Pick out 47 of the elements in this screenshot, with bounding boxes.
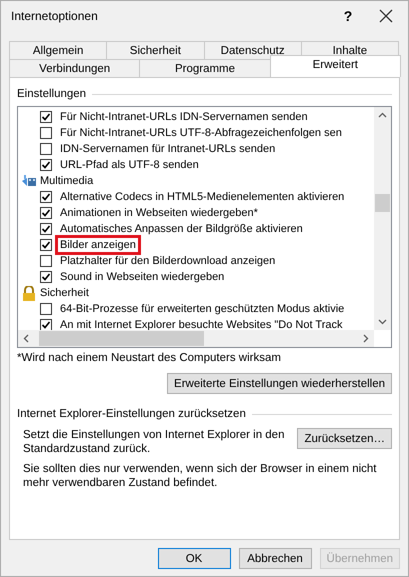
checkbox[interactable] xyxy=(40,207,52,219)
tab[interactable]: Erweitert xyxy=(270,55,401,77)
setting-label: Für Nicht-Intranet-URLs UTF-8-Abfragezeichenfolgen sen xyxy=(59,126,343,140)
description-text: Setzt die Einstellungen von Internet Explorer in den Standardzustand zurück. xyxy=(23,428,286,456)
setting-label: Platzhalter für den Bilderdownload anzeigen xyxy=(59,254,276,268)
category-label: Sicherheit xyxy=(40,287,89,299)
setting-label: Sound in Webseiten wiedergeben xyxy=(59,270,226,284)
checkbox[interactable] xyxy=(40,255,52,267)
category-label: Multimedia xyxy=(40,175,94,187)
checkbox[interactable] xyxy=(40,111,52,123)
checkbox[interactable] xyxy=(40,319,52,330)
horizontal-scrollbar[interactable] xyxy=(18,330,374,347)
warning-text: Sie sollten dies nur verwenden, wenn sich der Browser in einem nicht mehr verwendbaren Zustand befindet. xyxy=(22,462,378,490)
setting-label: Animationen in Webseiten wiedergeben* xyxy=(59,206,259,220)
setting-label: Alternative Codecs in HTML5-Medienelementen aktivieren xyxy=(59,190,346,204)
setting-label: URL-Pfad als UTF-8 senden xyxy=(59,158,200,172)
footnote: *Wird nach einem Neustart des Computers wirksam xyxy=(17,352,282,364)
vertical-scrollbar[interactable] xyxy=(374,107,391,330)
group-title: Internet Explorer-Einstellungen zurücksetzen xyxy=(17,408,246,420)
dialog-button[interactable]: OK xyxy=(158,548,231,569)
checkbox[interactable] xyxy=(40,191,52,203)
checkbox[interactable] xyxy=(40,159,52,171)
checkbox[interactable] xyxy=(40,143,52,155)
help-button[interactable]: ? xyxy=(334,7,362,25)
window-title: Internetoptionen xyxy=(11,9,99,23)
restore-button[interactable]: Erweiterte Einstellungen wiederherstellen xyxy=(167,373,392,394)
setting-label: IDN-Servernamen für Intranet-URLs senden xyxy=(59,142,276,156)
scroll-thumb[interactable] xyxy=(375,194,390,212)
checkbox[interactable] xyxy=(40,271,52,283)
setting-label: 64-Bit-Prozesse für erweiterten geschützten Modus aktivie xyxy=(59,302,346,316)
checkbox[interactable] xyxy=(40,223,52,235)
tab[interactable]: Allgemein xyxy=(9,41,108,59)
checkbox[interactable] xyxy=(40,239,52,251)
checkbox[interactable] xyxy=(40,127,52,139)
setting-label: Für Nicht-Intranet-URLs IDN-Servernamen senden xyxy=(59,110,309,124)
checkbox[interactable] xyxy=(40,303,52,315)
group-title: Einstellungen xyxy=(17,88,86,100)
tab[interactable]: Programme xyxy=(139,59,271,77)
setting-label: Bilder anzeigen xyxy=(58,238,138,252)
reset-button[interactable]: Zurücksetzen… xyxy=(297,428,392,449)
dialog-button[interactable]: Abbrechen xyxy=(238,548,312,569)
scroll-thumb[interactable] xyxy=(39,331,204,346)
tab[interactable]: Verbindungen xyxy=(9,59,140,77)
setting-label: Automatisches Anpassen der Bildgröße aktivieren xyxy=(59,222,304,236)
setting-label: An mit Internet Explorer besuchte Websites "Do Not Track xyxy=(59,318,344,330)
padlock-icon xyxy=(22,286,36,300)
media-icon xyxy=(22,174,36,188)
